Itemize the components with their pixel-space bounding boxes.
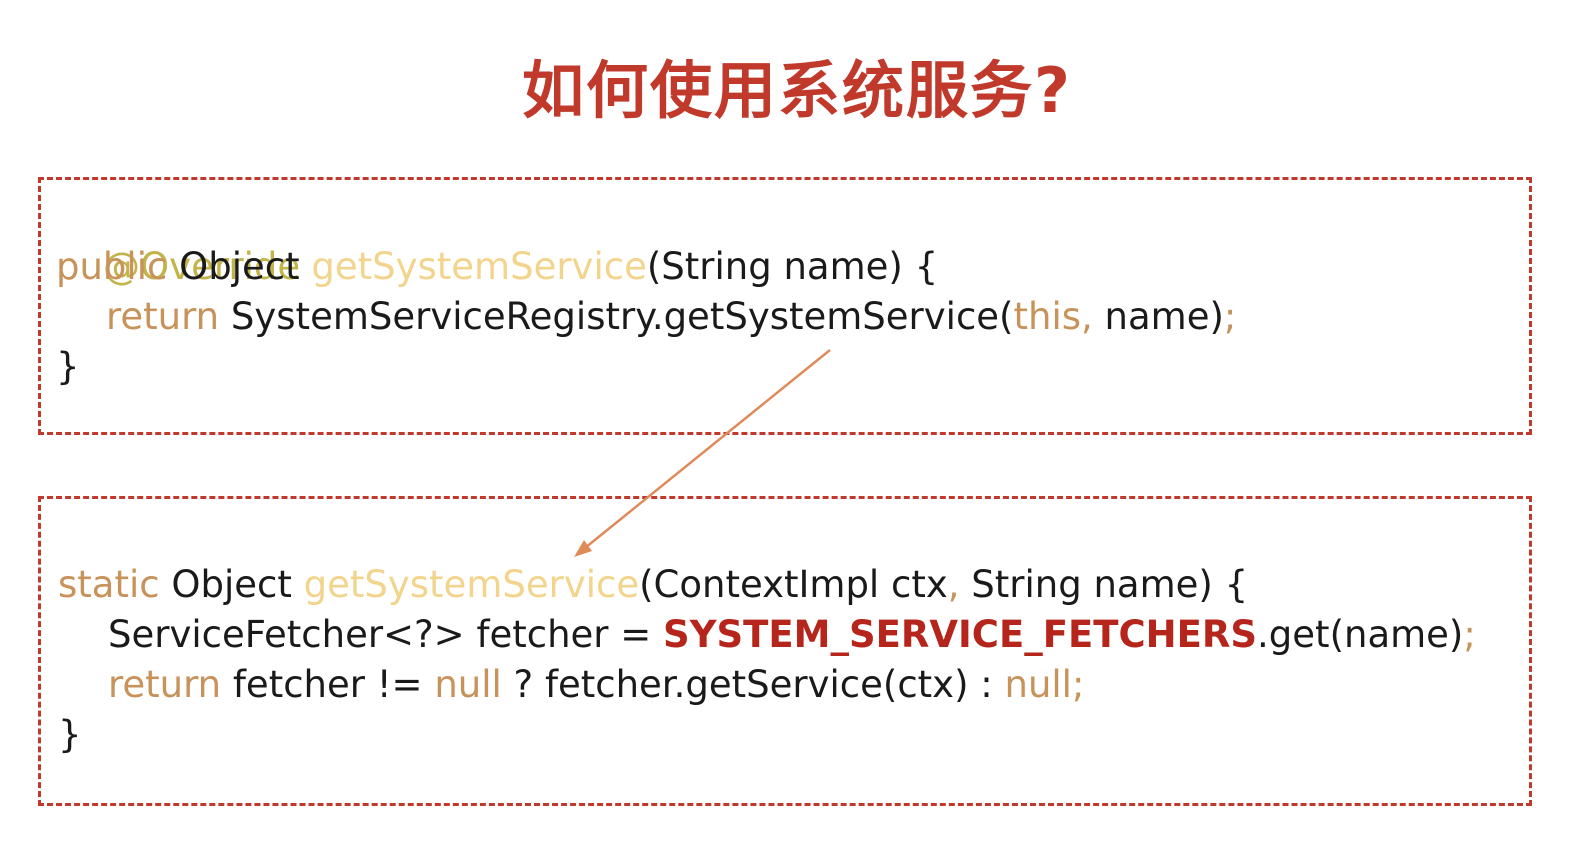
- arrow-line: [579, 349, 831, 553]
- arrow-head-icon: [574, 540, 592, 557]
- call-flow-arrow: [574, 349, 831, 557]
